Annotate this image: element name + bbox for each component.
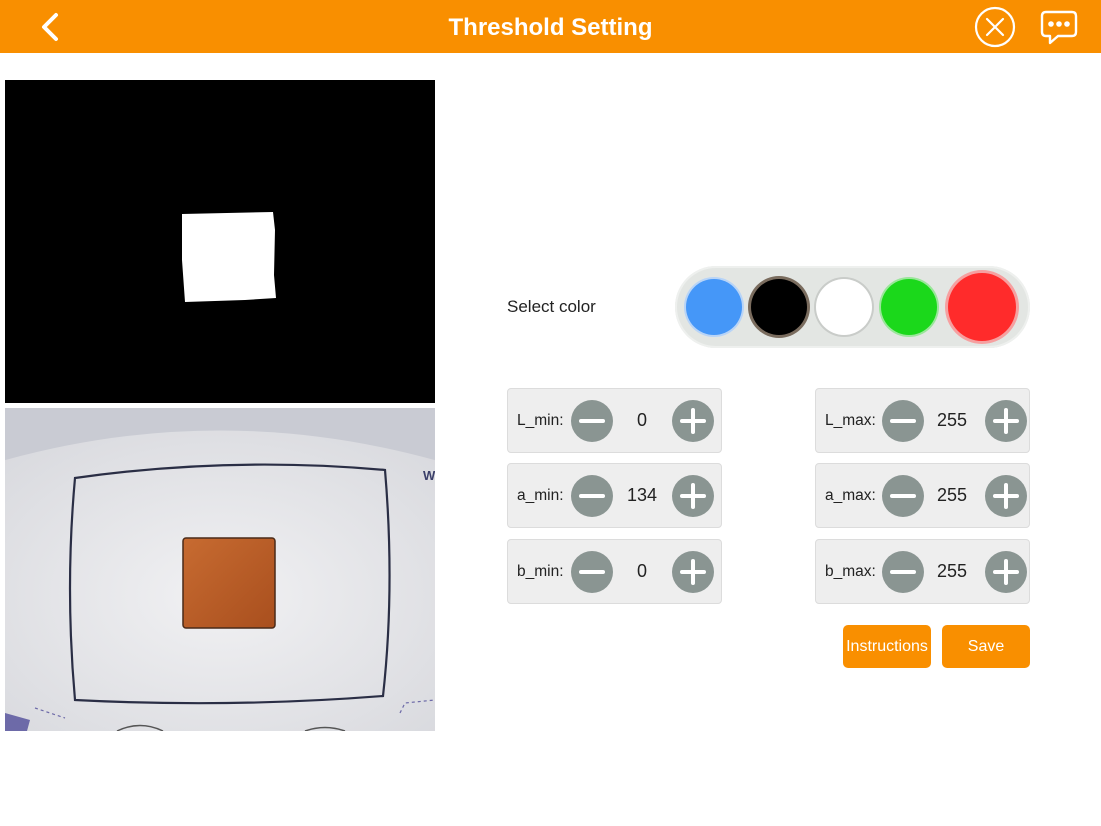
b-max-value: 255 — [936, 561, 968, 581]
close-circle-icon — [974, 6, 1016, 48]
mask-blob — [182, 212, 276, 302]
a-min-stepper: a_min: 134 — [507, 463, 722, 528]
l-max-decrement-button[interactable] — [881, 399, 925, 443]
minus-circle-icon — [882, 551, 924, 593]
page-title: Threshold Setting — [448, 14, 653, 41]
back-button[interactable] — [34, 10, 70, 44]
l-max-increment-button[interactable] — [984, 399, 1028, 443]
b-max-stepper: b_max: 255 — [815, 539, 1030, 604]
swatch-blue[interactable] — [686, 279, 742, 335]
a-min-increment-button[interactable] — [671, 474, 715, 518]
b-max-label: b_max: — [825, 563, 876, 580]
l-min-label: L_min: — [517, 412, 564, 429]
b-min-label: b_min: — [517, 563, 564, 580]
plus-circle-icon — [672, 400, 714, 442]
plus-circle-icon — [985, 551, 1027, 593]
chevron-left-icon — [42, 13, 58, 41]
swatch-white[interactable] — [816, 279, 872, 335]
a-max-value: 255 — [936, 485, 968, 505]
b-min-value: 0 — [636, 561, 647, 581]
minus-circle-icon — [882, 475, 924, 517]
a-max-decrement-button[interactable] — [881, 474, 925, 518]
instructions-button[interactable]: Instructions — [843, 625, 931, 668]
color-palette — [675, 266, 1030, 348]
minus-circle-icon — [571, 475, 613, 517]
camera-preview: W — [5, 408, 435, 731]
plus-circle-icon — [985, 475, 1027, 517]
b-max-increment-button[interactable] — [984, 550, 1028, 594]
b-max-decrement-button[interactable] — [881, 550, 925, 594]
plus-circle-icon — [672, 475, 714, 517]
l-min-stepper: L_min: 0 — [507, 388, 722, 453]
minus-circle-icon — [882, 400, 924, 442]
threshold-mask-preview — [5, 80, 435, 403]
a-max-stepper: a_max: 255 — [815, 463, 1030, 528]
b-min-increment-button[interactable] — [671, 550, 715, 594]
swatch-red[interactable] — [948, 273, 1016, 341]
select-color-label: Select color — [507, 297, 596, 316]
l-max-stepper: L_max: 255 — [815, 388, 1030, 453]
svg-text:W: W — [423, 468, 435, 483]
l-max-label: L_max: — [825, 412, 876, 429]
header-bar: Threshold Setting — [0, 0, 1101, 53]
chat-button[interactable] — [1038, 6, 1080, 48]
plus-circle-icon — [672, 551, 714, 593]
camera-image: W — [5, 408, 435, 731]
minus-circle-icon — [571, 400, 613, 442]
b-min-decrement-button[interactable] — [570, 550, 614, 594]
a-min-decrement-button[interactable] — [570, 474, 614, 518]
l-min-increment-button[interactable] — [671, 399, 715, 443]
save-button[interactable]: Save — [942, 625, 1030, 668]
swatch-green[interactable] — [881, 279, 937, 335]
a-min-value: 134 — [626, 485, 658, 505]
swatch-black[interactable] — [751, 279, 807, 335]
b-min-stepper: b_min: 0 — [507, 539, 722, 604]
chat-bubble-icon — [1040, 10, 1078, 45]
close-button[interactable] — [974, 6, 1016, 48]
l-min-decrement-button[interactable] — [570, 399, 614, 443]
a-min-label: a_min: — [517, 487, 564, 504]
a-max-increment-button[interactable] — [984, 474, 1028, 518]
a-max-label: a_max: — [825, 487, 876, 504]
l-min-value: 0 — [636, 410, 647, 430]
l-max-value: 255 — [936, 410, 968, 430]
minus-circle-icon — [571, 551, 613, 593]
plus-circle-icon — [985, 400, 1027, 442]
